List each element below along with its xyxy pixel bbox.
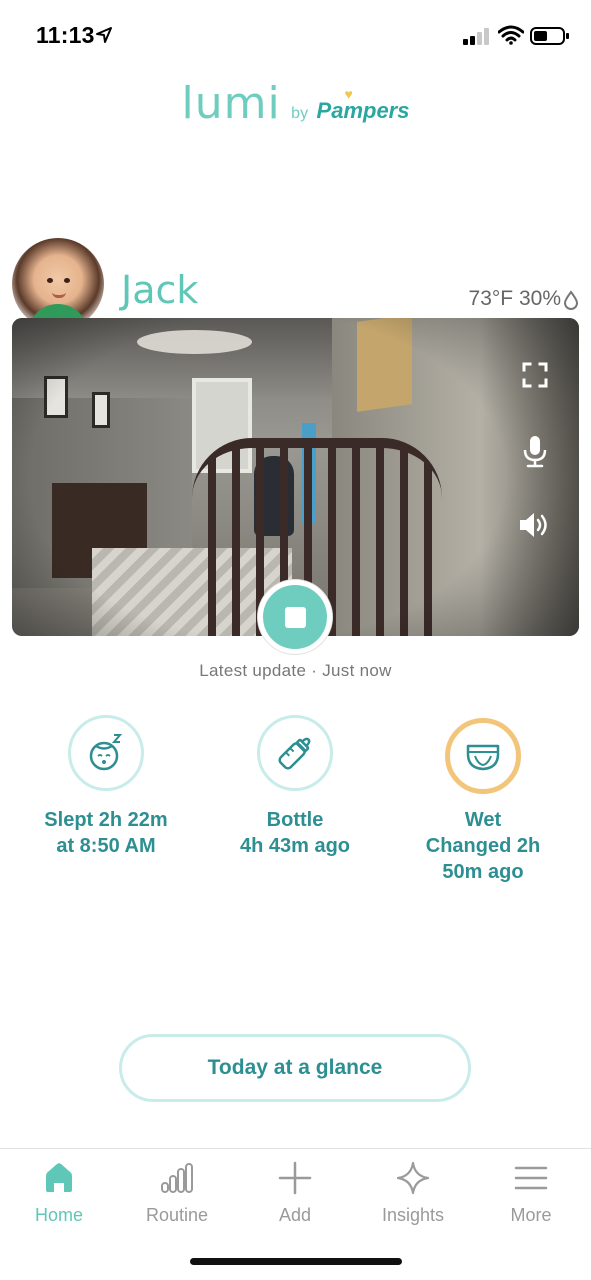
sleep-stat-circle (68, 715, 144, 791)
tab-routine-label: Routine (145, 1205, 209, 1225)
humidity-drop-icon (563, 290, 579, 310)
tab-home-label: Home (34, 1205, 83, 1225)
today-at-a-glance-button[interactable]: Today at a glance (119, 1034, 471, 1102)
diaper-stat-circle (445, 718, 521, 794)
menu-icon (514, 1166, 548, 1190)
home-icon (46, 1163, 72, 1192)
speaker-icon[interactable] (517, 508, 551, 542)
bottle-stat-circle (257, 715, 333, 791)
baby-name[interactable]: Jack (121, 268, 198, 312)
location-arrow-icon (96, 27, 112, 43)
diaper-stat-line3: 50m ago (442, 861, 524, 883)
logo-pampers-text: Pampers ♥ (316, 86, 410, 123)
bottle-stat-line2: 4h 43m ago (239, 835, 351, 857)
stop-stream-button[interactable] (258, 580, 332, 654)
tab-more[interactable]: More (472, 1161, 590, 1226)
home-indicator (190, 1258, 402, 1265)
tab-routine[interactable]: Routine (118, 1161, 236, 1226)
sparkle-icon (396, 1161, 430, 1195)
fullscreen-icon[interactable] (518, 358, 552, 392)
stop-icon (285, 607, 306, 628)
status-time: 11:13 (36, 22, 95, 48)
logo-lumi-text: lumi (181, 78, 281, 129)
tab-add-label: Add (278, 1205, 312, 1225)
sleep-stat[interactable]: Slept 2h 22m at 8:50 AM (16, 715, 196, 859)
diaper-icon (466, 744, 500, 771)
status-bar: 11:13 (0, 0, 591, 70)
tab-more-label: More (510, 1205, 552, 1225)
room-conditions: 73°F 30% (468, 287, 561, 310)
tab-insights-label: Insights (381, 1205, 445, 1225)
bottle-stat-line1: Bottle (266, 809, 324, 831)
latest-update-text: Latest update · Just now (199, 661, 392, 680)
tab-insights[interactable]: Insights (354, 1161, 472, 1226)
plus-icon (278, 1161, 312, 1195)
routine-chart-icon (161, 1163, 193, 1193)
tab-add[interactable]: Add (236, 1161, 354, 1226)
sleep-stat-line1: Slept 2h 22m (44, 809, 168, 831)
app-logo: lumi by Pampers ♥ (0, 78, 591, 138)
sleeping-baby-icon (89, 734, 123, 771)
pampers-heart-icon: ♥ (344, 86, 353, 102)
cellular-signal-icon (463, 28, 489, 45)
bottle-stat[interactable]: Bottle 4h 43m ago (205, 715, 385, 859)
bottle-icon (278, 737, 311, 770)
sleep-stat-line2: at 8:50 AM (56, 835, 156, 857)
wifi-icon (498, 25, 524, 45)
microphone-icon[interactable] (518, 434, 552, 468)
diaper-stat-line2: Changed 2h (425, 835, 541, 857)
logo-by-text: by (291, 105, 309, 122)
diaper-stat[interactable]: Wet Changed 2h 50m ago (393, 718, 573, 885)
battery-icon (530, 27, 569, 45)
diaper-stat-line1: Wet (464, 809, 502, 831)
baby-avatar[interactable] (12, 238, 104, 330)
tab-home[interactable]: Home (0, 1161, 118, 1226)
